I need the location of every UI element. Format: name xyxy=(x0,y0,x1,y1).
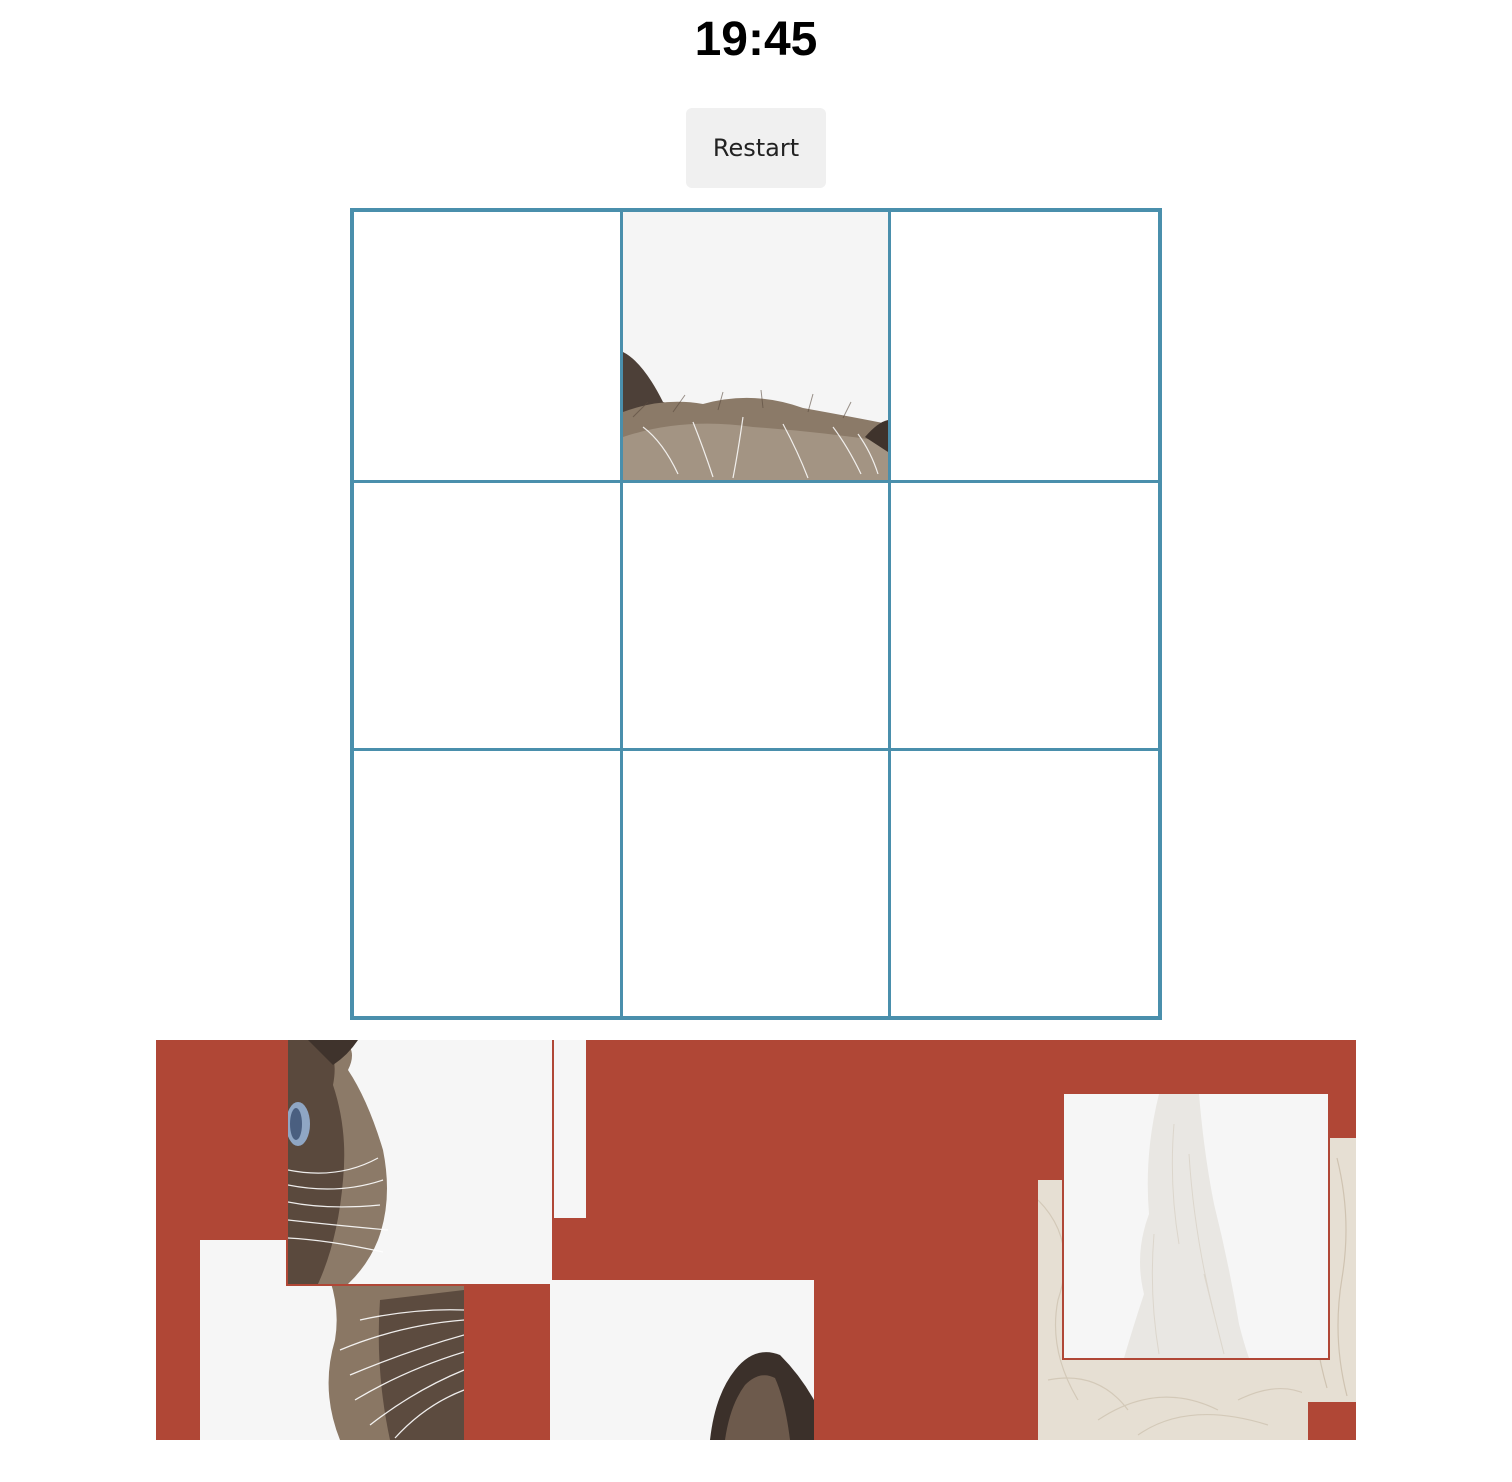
white-fur-front-image xyxy=(1064,1094,1328,1358)
tray-piece-cat-ear[interactable] xyxy=(550,1280,814,1440)
placed-piece-cat-ears[interactable] xyxy=(623,212,888,480)
tray-piece-white-fur-front[interactable] xyxy=(1062,1092,1330,1360)
board-cell-r3c2[interactable] xyxy=(623,751,888,1016)
puzzle-board xyxy=(350,208,1162,1020)
board-cell-r3c3[interactable] xyxy=(891,751,1158,1016)
cat-eye-image xyxy=(288,1040,552,1284)
board-cell-r2c1[interactable] xyxy=(354,483,620,748)
board-cell-r1c2[interactable] xyxy=(623,212,888,480)
board-cell-r2c2[interactable] xyxy=(623,483,888,748)
game-timer: 19:45 xyxy=(694,13,818,66)
board-cell-r1c3[interactable] xyxy=(891,212,1158,480)
board-cell-r2c3[interactable] xyxy=(891,483,1158,748)
board-cell-r1c1[interactable] xyxy=(354,212,620,480)
tray-piece-cat-eye[interactable] xyxy=(286,1040,554,1286)
restart-button[interactable]: Restart xyxy=(686,108,826,188)
cat-ears-image xyxy=(623,212,888,480)
cat-ear-image xyxy=(550,1280,814,1440)
board-cell-r3c1[interactable] xyxy=(354,751,620,1016)
piece-tray xyxy=(156,1040,1356,1440)
